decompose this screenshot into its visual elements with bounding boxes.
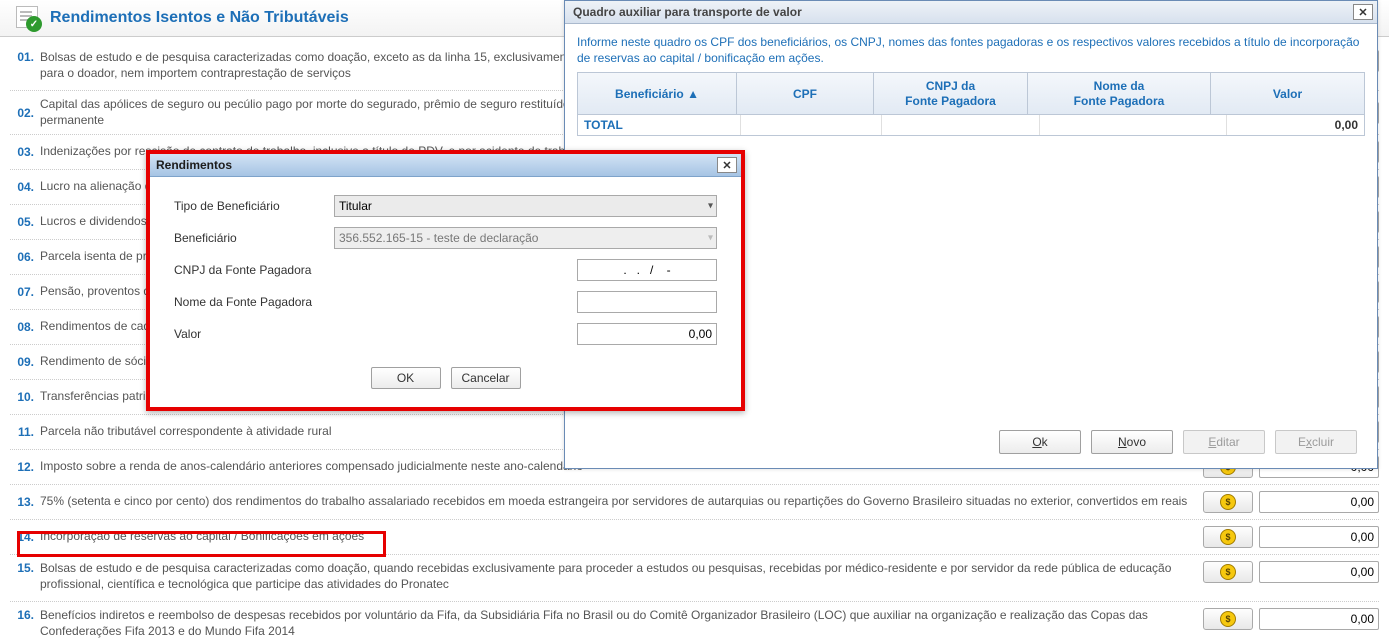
item-number: 12. xyxy=(10,460,34,474)
list-item: 16. Benefícios indiretos e reembolso de d… xyxy=(10,608,1379,642)
item-number: 08. xyxy=(10,320,34,334)
rendimentos-titlebar[interactable]: Rendimentos ✕ xyxy=(150,154,741,177)
coin-icon: $ xyxy=(1220,611,1236,627)
open-detail-button[interactable]: $ xyxy=(1203,561,1253,583)
item-text: Bolsas de estudo e de pesquisa caracteri… xyxy=(40,561,1191,592)
aux-table: Beneficiário ▲ CPF CNPJ da Fonte Pagador… xyxy=(577,72,1365,136)
list-item: 13. 75% (setenta e cinco por cento) dos r… xyxy=(10,491,1379,513)
cancelar-button[interactable]: Cancelar xyxy=(451,367,521,389)
aux-th-nome[interactable]: Nome da Fonte Pagadora xyxy=(1028,73,1211,115)
item-number: 04. xyxy=(10,180,34,194)
valor-label: Valor xyxy=(174,327,334,341)
editar-button: Editar xyxy=(1183,430,1265,454)
aux-th-valor[interactable]: Valor xyxy=(1211,73,1364,115)
sheet-check-icon xyxy=(16,6,40,30)
open-detail-button[interactable]: $ xyxy=(1203,491,1253,513)
ok-button[interactable]: Ok xyxy=(999,430,1081,454)
rendimentos-dialog: Rendimentos ✕ Tipo de Beneficiário Titul… xyxy=(146,150,745,411)
coin-icon: $ xyxy=(1220,564,1236,580)
nome-fonte-label: Nome da Fonte Pagadora xyxy=(174,295,334,309)
item-number: 16. xyxy=(10,608,34,622)
novo-button[interactable]: Novo xyxy=(1091,430,1173,454)
item-number: 02. xyxy=(10,106,34,120)
valor-field[interactable] xyxy=(577,323,717,345)
close-icon[interactable]: ✕ xyxy=(717,157,737,173)
aux-total-label: TOTAL xyxy=(578,115,741,135)
item-number: 15. xyxy=(10,561,34,575)
item-number: 07. xyxy=(10,285,34,299)
beneficiario-label: Beneficiário xyxy=(174,231,334,245)
value-input[interactable] xyxy=(1259,526,1379,548)
item-number: 11. xyxy=(10,425,34,439)
beneficiario-field xyxy=(334,227,717,249)
page-title: Rendimentos Isentos e Não Tributáveis xyxy=(50,9,349,27)
item-text: Incorporação de reservas ao capital / Bo… xyxy=(40,529,1191,545)
list-item: 15. Bolsas de estudo e de pesquisa caract… xyxy=(10,561,1379,595)
value-input[interactable] xyxy=(1259,491,1379,513)
cnpj-label: CNPJ da Fonte Pagadora xyxy=(174,263,334,277)
aux-dialog-title: Quadro auxiliar para transporte de valor xyxy=(573,5,802,19)
item-number: 14. xyxy=(10,530,34,544)
cnpj-field[interactable] xyxy=(577,259,717,281)
list-item: 14. Incorporação de reservas ao capital /… xyxy=(10,526,1379,548)
nome-fonte-field[interactable] xyxy=(577,291,717,313)
item-number: 01. xyxy=(10,50,34,64)
item-text: 75% (setenta e cinco por cento) dos rend… xyxy=(40,494,1191,510)
close-icon[interactable]: ✕ xyxy=(1353,4,1373,20)
tipo-beneficiario-label: Tipo de Beneficiário xyxy=(174,199,334,213)
open-detail-button[interactable]: $ xyxy=(1203,608,1253,630)
ok-button[interactable]: OK xyxy=(371,367,441,389)
item-number: 03. xyxy=(10,145,34,159)
excluir-button: Excluir xyxy=(1275,430,1357,454)
aux-th-cpf[interactable]: CPF xyxy=(737,73,874,115)
item-number: 13. xyxy=(10,495,34,509)
item-number: 09. xyxy=(10,355,34,369)
tipo-beneficiario-select[interactable]: Titular xyxy=(334,195,717,217)
aux-total-value: 0,00 xyxy=(1227,115,1364,135)
aux-total-row: TOTAL 0,00 xyxy=(578,115,1364,135)
item-number: 06. xyxy=(10,250,34,264)
coin-icon: $ xyxy=(1220,494,1236,510)
aux-th-cnpj[interactable]: CNPJ da Fonte Pagadora xyxy=(874,73,1028,115)
open-detail-button[interactable]: $ xyxy=(1203,526,1253,548)
aux-th-beneficiario[interactable]: Beneficiário ▲ xyxy=(578,73,737,115)
value-input[interactable] xyxy=(1259,561,1379,583)
aux-dialog-titlebar[interactable]: Quadro auxiliar para transporte de valor… xyxy=(565,1,1377,24)
item-number: 05. xyxy=(10,215,34,229)
coin-icon: $ xyxy=(1220,529,1236,545)
item-number: 10. xyxy=(10,390,34,404)
item-text: Benefícios indiretos e reembolso de desp… xyxy=(40,608,1191,639)
value-input[interactable] xyxy=(1259,608,1379,630)
rendimentos-title: Rendimentos xyxy=(156,158,232,172)
aux-dialog-description: Informe neste quadro os CPF dos benefici… xyxy=(565,24,1377,72)
